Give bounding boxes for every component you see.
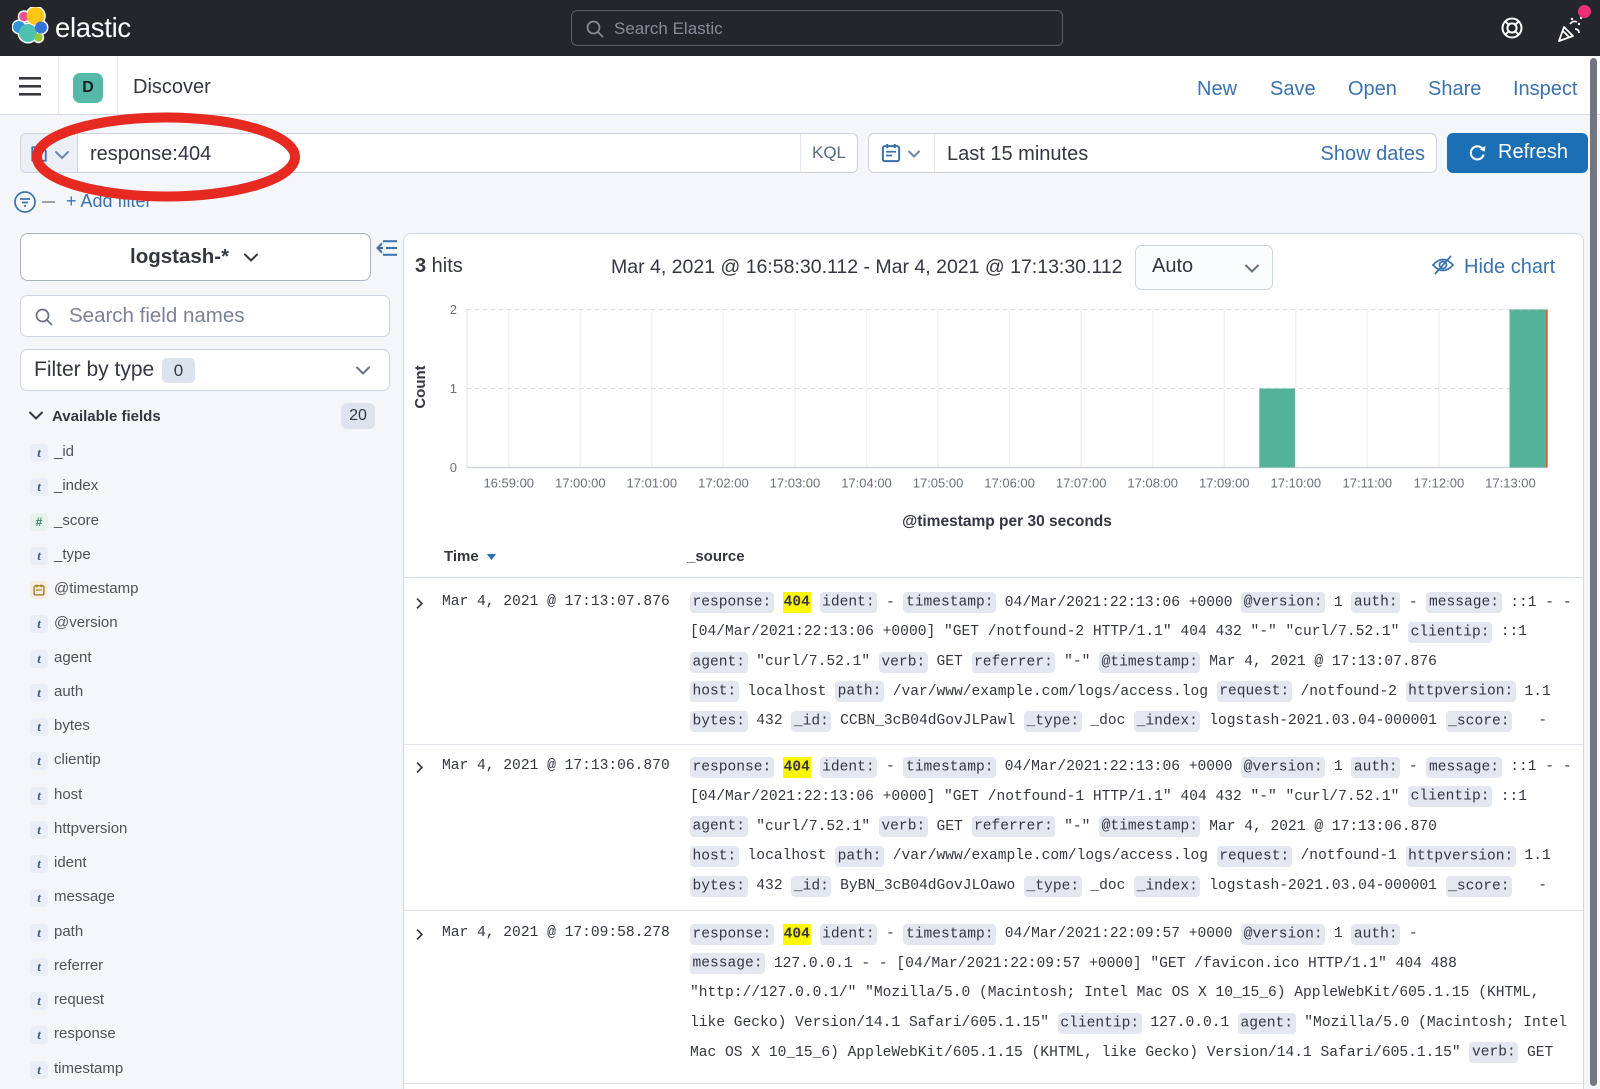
svg-text:17:09:00: 17:09:00 (1199, 476, 1250, 491)
svg-text:17:03:00: 17:03:00 (770, 476, 821, 491)
svg-text:17:10:00: 17:10:00 (1270, 476, 1321, 491)
svg-text:17:00:00: 17:00:00 (555, 476, 606, 491)
svg-text:@timestamp per 30 seconds: @timestamp per 30 seconds (902, 513, 1112, 530)
svg-text:Count: Count (412, 365, 429, 408)
svg-text:17:05:00: 17:05:00 (913, 476, 964, 491)
svg-text:17:07:00: 17:07:00 (1056, 476, 1107, 491)
svg-text:17:01:00: 17:01:00 (627, 476, 678, 491)
svg-text:1: 1 (450, 381, 457, 396)
svg-text:17:08:00: 17:08:00 (1127, 476, 1178, 491)
svg-text:17:02:00: 17:02:00 (698, 476, 749, 491)
svg-text:16:59:00: 16:59:00 (483, 476, 534, 491)
svg-text:17:04:00: 17:04:00 (841, 476, 892, 491)
svg-text:17:12:00: 17:12:00 (1414, 476, 1465, 491)
svg-text:17:06:00: 17:06:00 (984, 476, 1035, 491)
svg-text:17:13:00: 17:13:00 (1485, 476, 1536, 491)
svg-text:0: 0 (450, 460, 457, 475)
svg-text:2: 2 (450, 302, 457, 317)
svg-text:17:11:00: 17:11:00 (1343, 476, 1393, 491)
